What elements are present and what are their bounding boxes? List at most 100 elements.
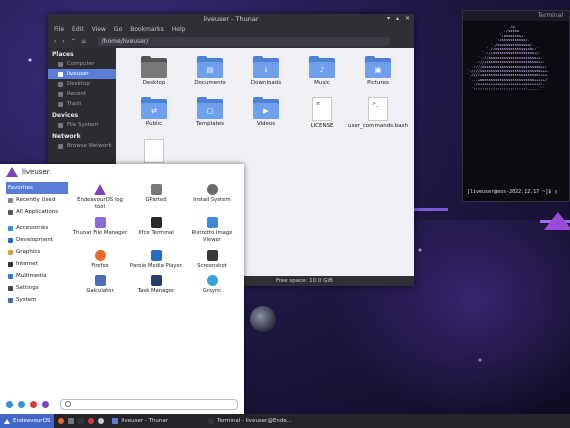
file-label: user_commands.bash bbox=[347, 122, 409, 129]
app-launcher-screenshot[interactable]: Screenshot bbox=[184, 249, 240, 270]
sidebar-item-desktop[interactable]: Desktop bbox=[48, 79, 116, 89]
menu-help[interactable]: Help bbox=[172, 26, 186, 33]
sidebar-item-label: File System bbox=[67, 122, 99, 128]
terminal-prompt[interactable]: [liveuser@eos-2022.12.17 ~]$ ▯ bbox=[467, 189, 557, 195]
up-icon[interactable]: ⌃ bbox=[71, 38, 76, 45]
image-viewer-icon bbox=[206, 216, 218, 228]
search-icon bbox=[65, 401, 71, 407]
app-launcher-image-viewer[interactable]: Ristretto Image Viewer bbox=[184, 216, 240, 244]
sidebar-item-browse-network[interactable]: Browse Network bbox=[48, 141, 116, 151]
maximize-icon[interactable]: ▴ bbox=[396, 15, 399, 22]
file-item-desktop[interactable]: Desktop bbox=[126, 56, 182, 87]
welcome-launcher-icon[interactable] bbox=[88, 418, 95, 424]
task-thunar[interactable]: liveuser - Thunar bbox=[112, 418, 168, 424]
file-item-user-commands[interactable]: >_ user_commands.bash bbox=[347, 96, 409, 130]
menu-footer bbox=[6, 398, 238, 410]
app-launcher-endeavour[interactable]: EndeavourOS log tool bbox=[72, 184, 128, 211]
minimize-icon[interactable]: ▾ bbox=[387, 15, 390, 22]
app-launcher-install[interactable]: Install System bbox=[184, 184, 240, 211]
settings-manager-icon[interactable] bbox=[6, 400, 13, 408]
category-label: Graphics bbox=[16, 249, 41, 255]
home-folder-icon bbox=[58, 71, 63, 77]
file-item-license[interactable]: ≡ LICENSE bbox=[294, 96, 350, 130]
close-icon[interactable]: ✕ bbox=[405, 15, 410, 22]
category-label: Internet bbox=[16, 261, 38, 267]
browser-launcher-icon[interactable] bbox=[98, 418, 105, 424]
app-label: Ristretto Image Viewer bbox=[191, 229, 233, 243]
file-item-videos[interactable]: ▶ Videos bbox=[238, 96, 294, 130]
menu-header: liveuser bbox=[0, 164, 244, 180]
category-label: Multimedia bbox=[16, 273, 47, 279]
app-launcher-calculator[interactable]: Galculator bbox=[72, 275, 128, 295]
back-icon[interactable]: ‹ bbox=[54, 38, 56, 45]
app-launcher-grsync[interactable]: Grsync bbox=[184, 275, 240, 295]
category-settings[interactable]: Settings bbox=[6, 282, 68, 294]
task-terminal[interactable]: Terminal - liveuser@Ende... bbox=[208, 418, 292, 424]
edit-profile-icon[interactable] bbox=[42, 400, 49, 408]
file-item-templates[interactable]: ▢ Templates bbox=[182, 96, 238, 130]
window-title: liveuser - Thunar bbox=[203, 15, 259, 23]
lock-screen-icon[interactable] bbox=[18, 400, 25, 408]
menu-go[interactable]: Go bbox=[114, 26, 122, 33]
app-label: Thunar File Manager bbox=[72, 229, 128, 236]
sidebar-item-trash[interactable]: Trash bbox=[48, 99, 116, 109]
menu-edit[interactable]: Edit bbox=[72, 26, 84, 33]
app-launcher-folder[interactable]: Thunar File Manager bbox=[72, 216, 128, 244]
search-field[interactable] bbox=[60, 398, 238, 410]
file-item-public[interactable]: ⇄ Public bbox=[126, 96, 182, 130]
menu-file[interactable]: File bbox=[54, 26, 64, 33]
logout-icon[interactable] bbox=[30, 400, 37, 408]
app-launcher-media-player[interactable]: Parole Media Player bbox=[128, 249, 184, 270]
app-label: Grsync bbox=[202, 288, 222, 295]
settings-icon bbox=[8, 285, 13, 291]
category-internet[interactable]: Internet bbox=[6, 258, 68, 270]
terminal-icon bbox=[150, 216, 162, 228]
category-system[interactable]: System bbox=[6, 294, 68, 306]
file-manager-launcher-icon[interactable] bbox=[68, 418, 75, 424]
sidebar-item-computer[interactable]: Computer bbox=[48, 59, 116, 69]
app-launcher-firefox[interactable]: Firefox bbox=[72, 249, 128, 270]
category-label: Development bbox=[16, 237, 54, 243]
file-item-pictures[interactable]: ▣ Pictures bbox=[350, 56, 406, 87]
app-launcher-task-manager[interactable]: Task Manager bbox=[128, 275, 184, 295]
category-graphics[interactable]: Graphics bbox=[6, 246, 68, 258]
endeavouros-logo-icon bbox=[4, 418, 10, 424]
menu-view[interactable]: View bbox=[92, 26, 106, 33]
category-accessories[interactable]: Accessories bbox=[6, 222, 68, 234]
category-favorites[interactable]: Favorites bbox=[6, 182, 68, 194]
terminal-window[interactable]: Terminal ./o. ./sssso- `:osssssss+- `:+s… bbox=[462, 10, 570, 202]
file-item-partial[interactable] bbox=[126, 139, 182, 164]
sidebar-item-liveuser[interactable]: liveuser bbox=[48, 69, 116, 79]
location-bar[interactable]: /home/liveuser/ bbox=[97, 36, 390, 46]
sidebar-item-label: Recent bbox=[67, 91, 87, 97]
sidebar-item-file-system[interactable]: File System bbox=[48, 120, 116, 130]
firefox-launcher-icon[interactable] bbox=[58, 418, 65, 424]
start-menu-button[interactable]: EndeavourOS bbox=[0, 414, 55, 428]
devices-header: Devices bbox=[52, 112, 79, 119]
terminal-launcher-icon[interactable] bbox=[78, 418, 85, 424]
file-item-downloads[interactable]: ↓ Downloads bbox=[238, 56, 294, 87]
category-recently-used[interactable]: Recently Used bbox=[6, 194, 68, 206]
home-icon[interactable]: ⌂ bbox=[82, 38, 86, 45]
category-all-applications[interactable]: All Applications bbox=[6, 206, 68, 218]
app-launcher-terminal[interactable]: Xfce Terminal bbox=[128, 216, 184, 244]
install-icon bbox=[206, 184, 218, 195]
internet-icon bbox=[8, 261, 13, 267]
forward-icon[interactable]: › bbox=[62, 38, 64, 45]
file-item-documents[interactable]: ▤ Documents bbox=[182, 56, 238, 87]
category-multimedia[interactable]: Multimedia bbox=[6, 270, 68, 282]
menu-bookmarks[interactable]: Bookmarks bbox=[130, 26, 164, 33]
category-development[interactable]: Development bbox=[6, 234, 68, 246]
file-item-music[interactable]: ♪ Music bbox=[294, 56, 350, 87]
location-text: /home/liveuser/ bbox=[101, 37, 149, 45]
script-file-icon: >_ bbox=[368, 96, 388, 121]
search-input[interactable] bbox=[74, 400, 174, 408]
sidebar-item-recent[interactable]: Recent bbox=[48, 89, 116, 99]
documents-folder-icon: ▤ bbox=[197, 56, 223, 78]
file-icon bbox=[144, 139, 164, 164]
sidebar-item-label: Browse Network bbox=[67, 143, 112, 149]
clock-icon bbox=[8, 197, 13, 203]
app-launcher-gparted[interactable]: GParted bbox=[128, 184, 184, 211]
thunar-titlebar[interactable]: liveuser - Thunar ▾ ▴ ✕ bbox=[48, 14, 414, 24]
file-label: Music bbox=[314, 80, 330, 86]
